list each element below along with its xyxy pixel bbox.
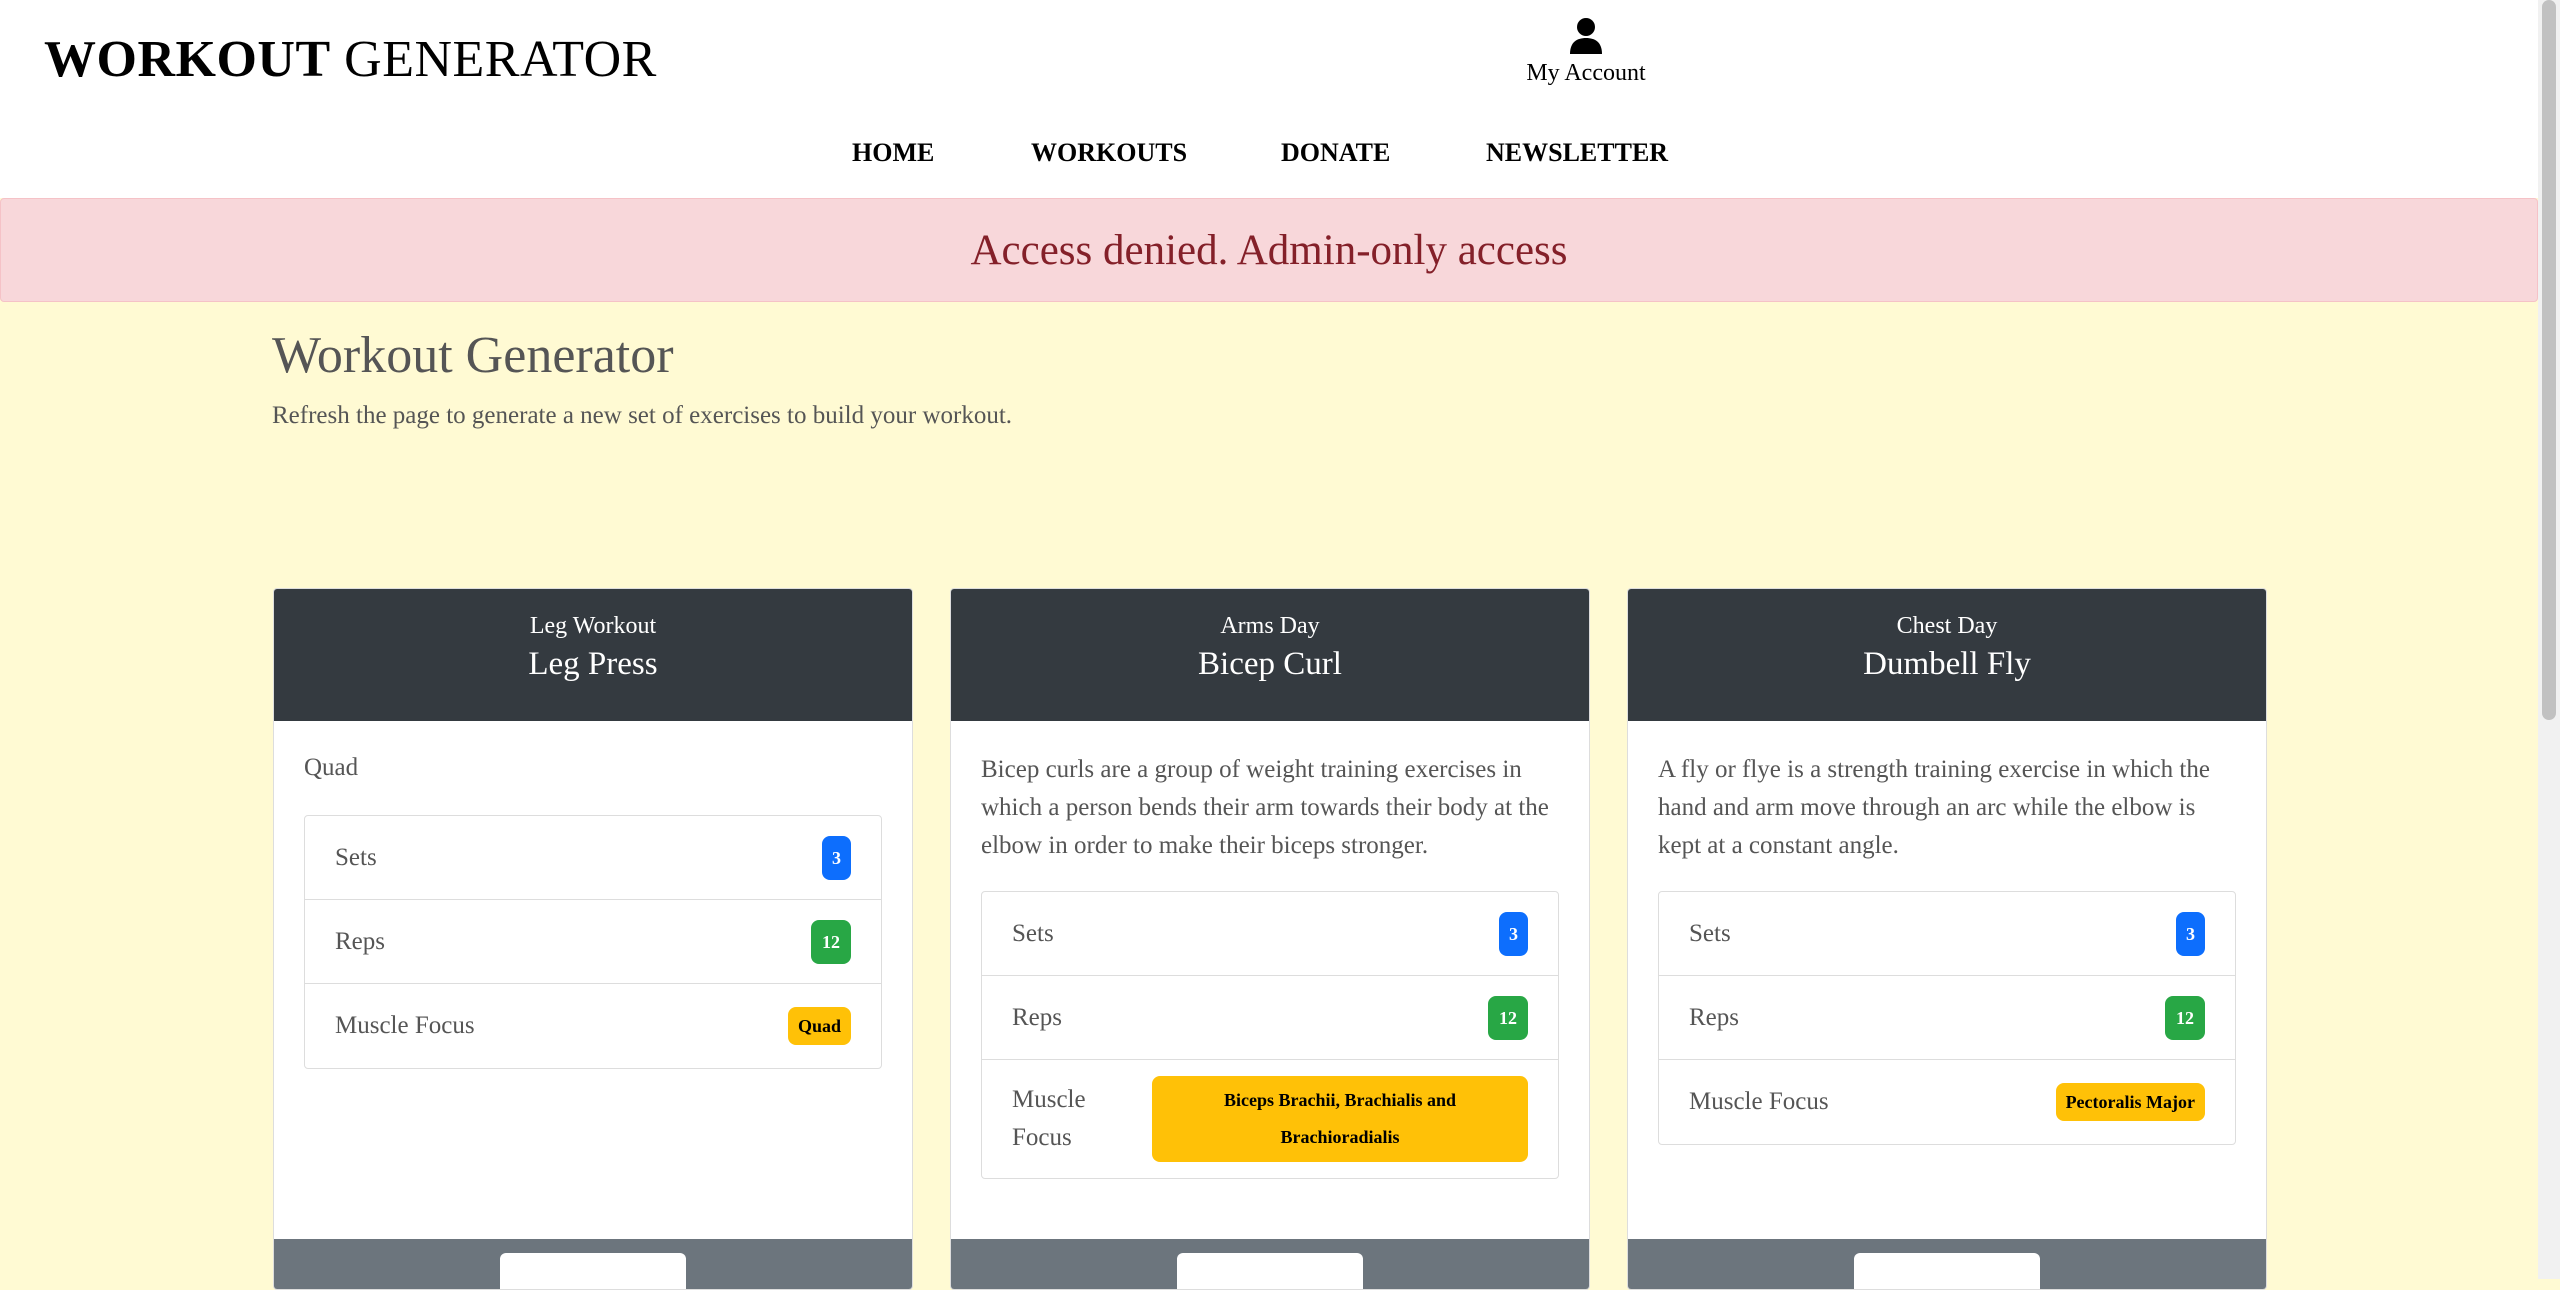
- focus-label: Muscle Focus: [1012, 1086, 1086, 1151]
- sets-badge: 3: [2176, 911, 2205, 956]
- scrollbar-thumb[interactable]: [2542, 0, 2556, 720]
- card-stats-list: Sets 3 Reps 12 Muscle Focus Biceps Brach…: [981, 891, 1559, 1179]
- reps-badge: 12: [811, 919, 851, 964]
- reps-label: Reps: [335, 927, 385, 955]
- list-item-sets: Sets 3: [305, 816, 881, 900]
- page-lead: Refresh the page to generate a new set o…: [272, 402, 1013, 429]
- workout-card: Chest Day Dumbell Fly A fly or flye is a…: [1627, 588, 2267, 1290]
- card-footer-button[interactable]: [1177, 1253, 1363, 1289]
- list-item-reps: Reps 12: [982, 976, 1558, 1060]
- page-scrollbar[interactable]: [2538, 0, 2560, 1279]
- reps-badge: 12: [2165, 995, 2205, 1040]
- card-stats-list: Sets 3 Reps 12 Muscle Focus Quad: [304, 815, 882, 1069]
- focus-badge: Biceps Brachii, Brachialis and Brachiora…: [1152, 1076, 1528, 1162]
- nav-newsletter[interactable]: NEWSLETTER: [1486, 138, 1668, 168]
- reps-badge: 12: [1488, 995, 1528, 1040]
- card-exercise-name: Leg Press: [528, 646, 658, 682]
- brand-logo[interactable]: WORKOUT GENERATOR: [44, 30, 657, 89]
- card-footer: [951, 1239, 1589, 1289]
- reps-label: Reps: [1012, 1003, 1062, 1031]
- brand-rest: GENERATOR: [330, 31, 657, 88]
- list-item-reps: Reps 12: [305, 900, 881, 984]
- card-footer-button[interactable]: [500, 1253, 686, 1289]
- list-item-focus: Muscle Focus Quad: [305, 984, 881, 1068]
- card-category: Arms Day: [1220, 613, 1320, 639]
- focus-badge: Pectoralis Major: [2055, 1083, 2205, 1121]
- access-denied-alert: Access denied. Admin-only access: [0, 198, 2538, 302]
- my-account-label: My Account: [1526, 60, 1646, 86]
- sets-label: Sets: [335, 843, 377, 871]
- card-header: Leg Workout Leg Press: [274, 589, 912, 721]
- page-title: Workout Generator: [272, 327, 674, 384]
- sets-badge: 3: [822, 835, 851, 880]
- brand-bold: WORKOUT: [44, 31, 331, 88]
- card-header: Chest Day Dumbell Fly: [1628, 589, 2266, 721]
- card-exercise-name: Bicep Curl: [1198, 646, 1342, 682]
- alert-text: Access denied. Admin-only access: [970, 226, 1568, 274]
- nav-workouts[interactable]: WORKOUTS: [1031, 138, 1187, 168]
- card-description: Bicep curls are a group of weight traini…: [981, 756, 1549, 859]
- nav-donate[interactable]: DONATE: [1281, 138, 1390, 168]
- list-item-sets: Sets 3: [982, 892, 1558, 976]
- list-item-reps: Reps 12: [1659, 976, 2235, 1060]
- sets-badge: 3: [1499, 911, 1528, 956]
- focus-badge: Quad: [787, 1007, 851, 1045]
- card-exercise-name: Dumbell Fly: [1863, 646, 2031, 682]
- card-category: Leg Workout: [529, 613, 657, 639]
- nav-home[interactable]: HOME: [852, 138, 934, 168]
- reps-label: Reps: [1689, 1003, 1739, 1031]
- card-header: Arms Day Bicep Curl: [951, 589, 1589, 721]
- card-stats-list: Sets 3 Reps 12 Muscle Focus Pectoralis M…: [1658, 891, 2236, 1145]
- card-description: Quad: [304, 754, 359, 781]
- site-header: WORKOUT GENERATOR My Account HOME WORKOU…: [0, 0, 2538, 198]
- workout-card: Arms Day Bicep Curl Bicep curls are a gr…: [950, 588, 1590, 1290]
- card-category: Chest Day: [1896, 613, 1998, 639]
- card-footer: [274, 1239, 912, 1289]
- focus-label: Muscle Focus: [1689, 1088, 1829, 1115]
- card-footer-button[interactable]: [1854, 1253, 2040, 1289]
- sets-label: Sets: [1012, 919, 1054, 947]
- list-item-focus: Muscle Focus Pectoralis Major: [1659, 1060, 2235, 1144]
- user-icon: [1570, 18, 1602, 54]
- focus-label: Muscle Focus: [335, 1012, 475, 1039]
- my-account-link[interactable]: My Account: [1486, 16, 1686, 87]
- list-item-focus: Muscle Focus Biceps Brachii, Brachialis …: [982, 1060, 1558, 1178]
- sets-label: Sets: [1689, 919, 1731, 947]
- card-description: A fly or flye is a strength training exe…: [1658, 756, 2210, 859]
- list-item-sets: Sets 3: [1659, 892, 2235, 976]
- workout-card: Leg Workout Leg Press Quad Sets 3 Reps 1…: [273, 588, 913, 1290]
- card-footer: [1628, 1239, 2266, 1289]
